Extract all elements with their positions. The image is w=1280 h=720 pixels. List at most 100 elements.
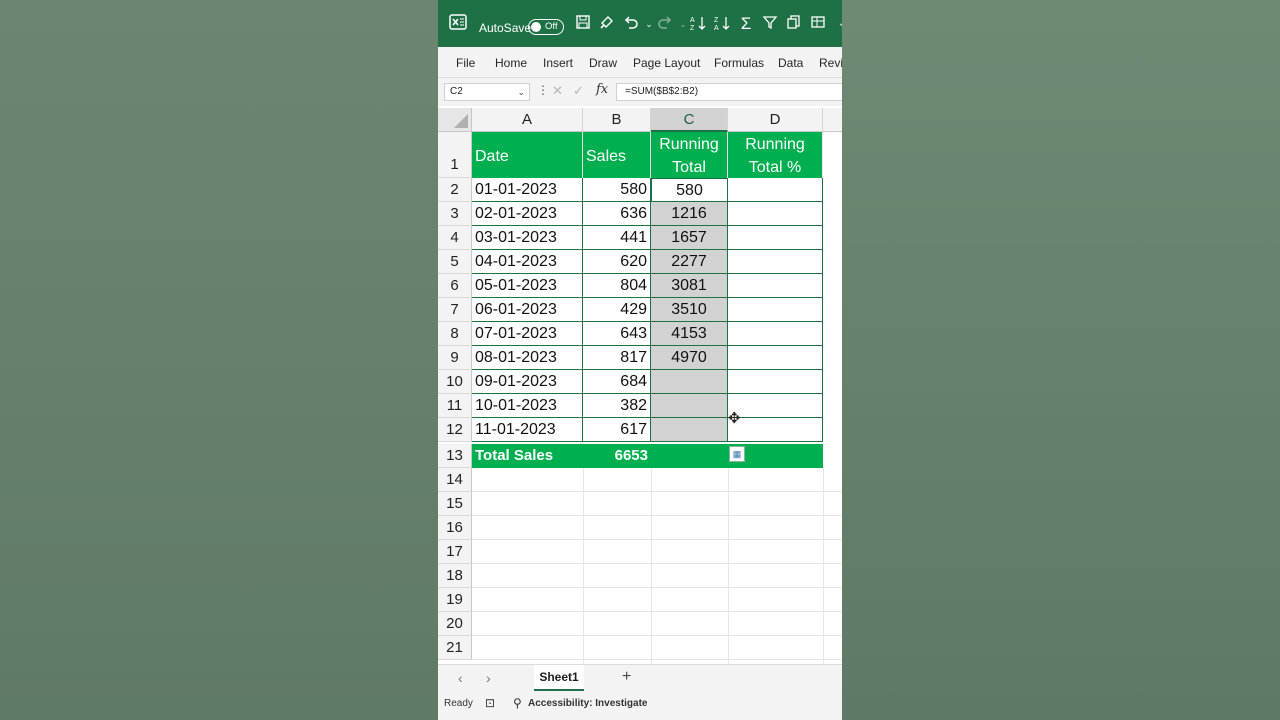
- row-header[interactable]: 10: [438, 370, 472, 394]
- cell-date[interactable]: 11-01-2023: [472, 418, 583, 442]
- cell-running-pct[interactable]: [728, 370, 823, 394]
- row-header[interactable]: 17: [438, 540, 472, 564]
- header-running-total-pct[interactable]: Running Total %: [728, 132, 823, 178]
- cell-sales[interactable]: 617: [583, 418, 651, 442]
- cell-running-pct[interactable]: [728, 202, 823, 226]
- enter-icon[interactable]: ✓: [573, 83, 584, 99]
- row-header[interactable]: 20: [438, 612, 472, 636]
- sort-ascending-icon[interactable]: AZ: [688, 14, 708, 34]
- cell-running-total[interactable]: 580: [651, 178, 728, 202]
- cell-sales[interactable]: 684: [583, 370, 651, 394]
- accessibility-icon[interactable]: ⚲: [513, 696, 522, 710]
- cell-date[interactable]: 01-01-2023: [472, 178, 583, 202]
- cell-date[interactable]: 03-01-2023: [472, 226, 583, 250]
- sheet-tab-sheet1[interactable]: Sheet1: [534, 665, 584, 691]
- column-header-c[interactable]: C: [651, 108, 728, 132]
- row-header[interactable]: 6: [438, 274, 472, 298]
- cell-running-pct[interactable]: [728, 250, 823, 274]
- cell-running-pct[interactable]: [728, 274, 823, 298]
- row-header-1[interactable]: 1: [438, 132, 472, 178]
- cell-date[interactable]: 04-01-2023: [472, 250, 583, 274]
- cell-running-pct[interactable]: [728, 226, 823, 250]
- cell-running-total[interactable]: 2277: [651, 250, 728, 274]
- row-header[interactable]: 11: [438, 394, 472, 418]
- scroll-right-icon[interactable]: ›: [486, 670, 491, 686]
- tab-formulas[interactable]: Formulas: [714, 56, 764, 70]
- cell-running-pct[interactable]: [728, 346, 823, 370]
- cell-running-total[interactable]: 4970: [651, 346, 728, 370]
- cell-running-total[interactable]: [651, 394, 728, 418]
- row-header[interactable]: 18: [438, 564, 472, 588]
- quick-analysis-icon[interactable]: ▦: [729, 446, 745, 462]
- worksheet-grid[interactable]: A B C D 1 2 3 4 5 6 7 8 9 10 11 12 13 14 15 16 17 18 19 20…: [438, 108, 842, 664]
- column-header-a[interactable]: A: [472, 108, 583, 132]
- cell-sales[interactable]: 441: [583, 226, 651, 250]
- cell-date[interactable]: 09-01-2023: [472, 370, 583, 394]
- column-header-e[interactable]: [823, 108, 842, 132]
- tab-review[interactable]: Revi: [819, 56, 842, 70]
- name-box[interactable]: C2 ⌄: [444, 83, 530, 101]
- row-header[interactable]: 3: [438, 202, 472, 226]
- cell-running-pct[interactable]: [728, 298, 823, 322]
- row-header[interactable]: 19: [438, 588, 472, 612]
- total-value[interactable]: 6653: [583, 444, 648, 468]
- total-label[interactable]: Total Sales: [475, 444, 553, 468]
- cell-sales[interactable]: 636: [583, 202, 651, 226]
- row-header[interactable]: 8: [438, 322, 472, 346]
- cell-sales[interactable]: 382: [583, 394, 651, 418]
- row-header[interactable]: 13: [438, 444, 472, 468]
- cell-sales[interactable]: 643: [583, 322, 651, 346]
- cell-running-pct[interactable]: [728, 394, 823, 418]
- row-header[interactable]: 9: [438, 346, 472, 370]
- header-running-total[interactable]: Running Total: [651, 132, 728, 178]
- select-all-button[interactable]: [438, 108, 472, 132]
- row-header[interactable]: 5: [438, 250, 472, 274]
- format-painter-icon[interactable]: [597, 14, 617, 34]
- column-header-d[interactable]: D: [728, 108, 823, 132]
- header-date[interactable]: Date: [472, 132, 583, 178]
- autosave-toggle[interactable]: Off: [528, 19, 564, 35]
- tab-insert[interactable]: Insert: [543, 56, 573, 70]
- tab-data[interactable]: Data: [778, 56, 803, 70]
- cancel-icon[interactable]: ✕: [552, 83, 563, 99]
- cell-running-pct[interactable]: [728, 418, 823, 442]
- row-header[interactable]: 15: [438, 492, 472, 516]
- formula-input[interactable]: =SUM($B$2:B2): [616, 83, 842, 101]
- cell-date[interactable]: 02-01-2023: [472, 202, 583, 226]
- row-header[interactable]: 16: [438, 516, 472, 540]
- sort-descending-icon[interactable]: ZA: [712, 14, 732, 34]
- autosum-icon[interactable]: Σ: [736, 14, 756, 34]
- chevron-down-icon[interactable]: ⌄: [517, 84, 525, 100]
- row-header[interactable]: 4: [438, 226, 472, 250]
- save-icon[interactable]: [573, 14, 593, 34]
- cell-sales[interactable]: 817: [583, 346, 651, 370]
- cell-date[interactable]: 10-01-2023: [472, 394, 583, 418]
- cell-running-pct[interactable]: [728, 322, 823, 346]
- cell-running-total[interactable]: [651, 370, 728, 394]
- tab-page-layout[interactable]: Page Layout: [633, 56, 700, 70]
- row-header[interactable]: 14: [438, 468, 472, 492]
- row-header[interactable]: 7: [438, 298, 472, 322]
- cell-running-pct[interactable]: [728, 178, 823, 202]
- cell-running-total[interactable]: 1657: [651, 226, 728, 250]
- tab-home[interactable]: Home: [495, 56, 527, 70]
- insert-function-icon[interactable]: fx: [596, 82, 608, 97]
- row-header[interactable]: 2: [438, 178, 472, 202]
- cell-running-total[interactable]: 3510: [651, 298, 728, 322]
- tab-draw[interactable]: Draw: [589, 56, 617, 70]
- header-sales[interactable]: Sales: [583, 132, 651, 178]
- copy-icon[interactable]: [784, 14, 804, 34]
- cell-running-total[interactable]: 4153: [651, 322, 728, 346]
- cell-sales[interactable]: 620: [583, 250, 651, 274]
- cell-sales[interactable]: 429: [583, 298, 651, 322]
- redo-icon[interactable]: [655, 14, 675, 34]
- cell-running-total[interactable]: [651, 418, 728, 442]
- add-sheet-button[interactable]: +: [622, 668, 631, 686]
- more-icon[interactable]: ⋮: [537, 83, 549, 97]
- row-header[interactable]: 12: [438, 418, 472, 442]
- cell-sales[interactable]: 804: [583, 274, 651, 298]
- cell-date[interactable]: 08-01-2023: [472, 346, 583, 370]
- cell-running-total[interactable]: 1216: [651, 202, 728, 226]
- macro-record-icon[interactable]: ⊡: [485, 696, 495, 710]
- table-icon[interactable]: [808, 14, 828, 34]
